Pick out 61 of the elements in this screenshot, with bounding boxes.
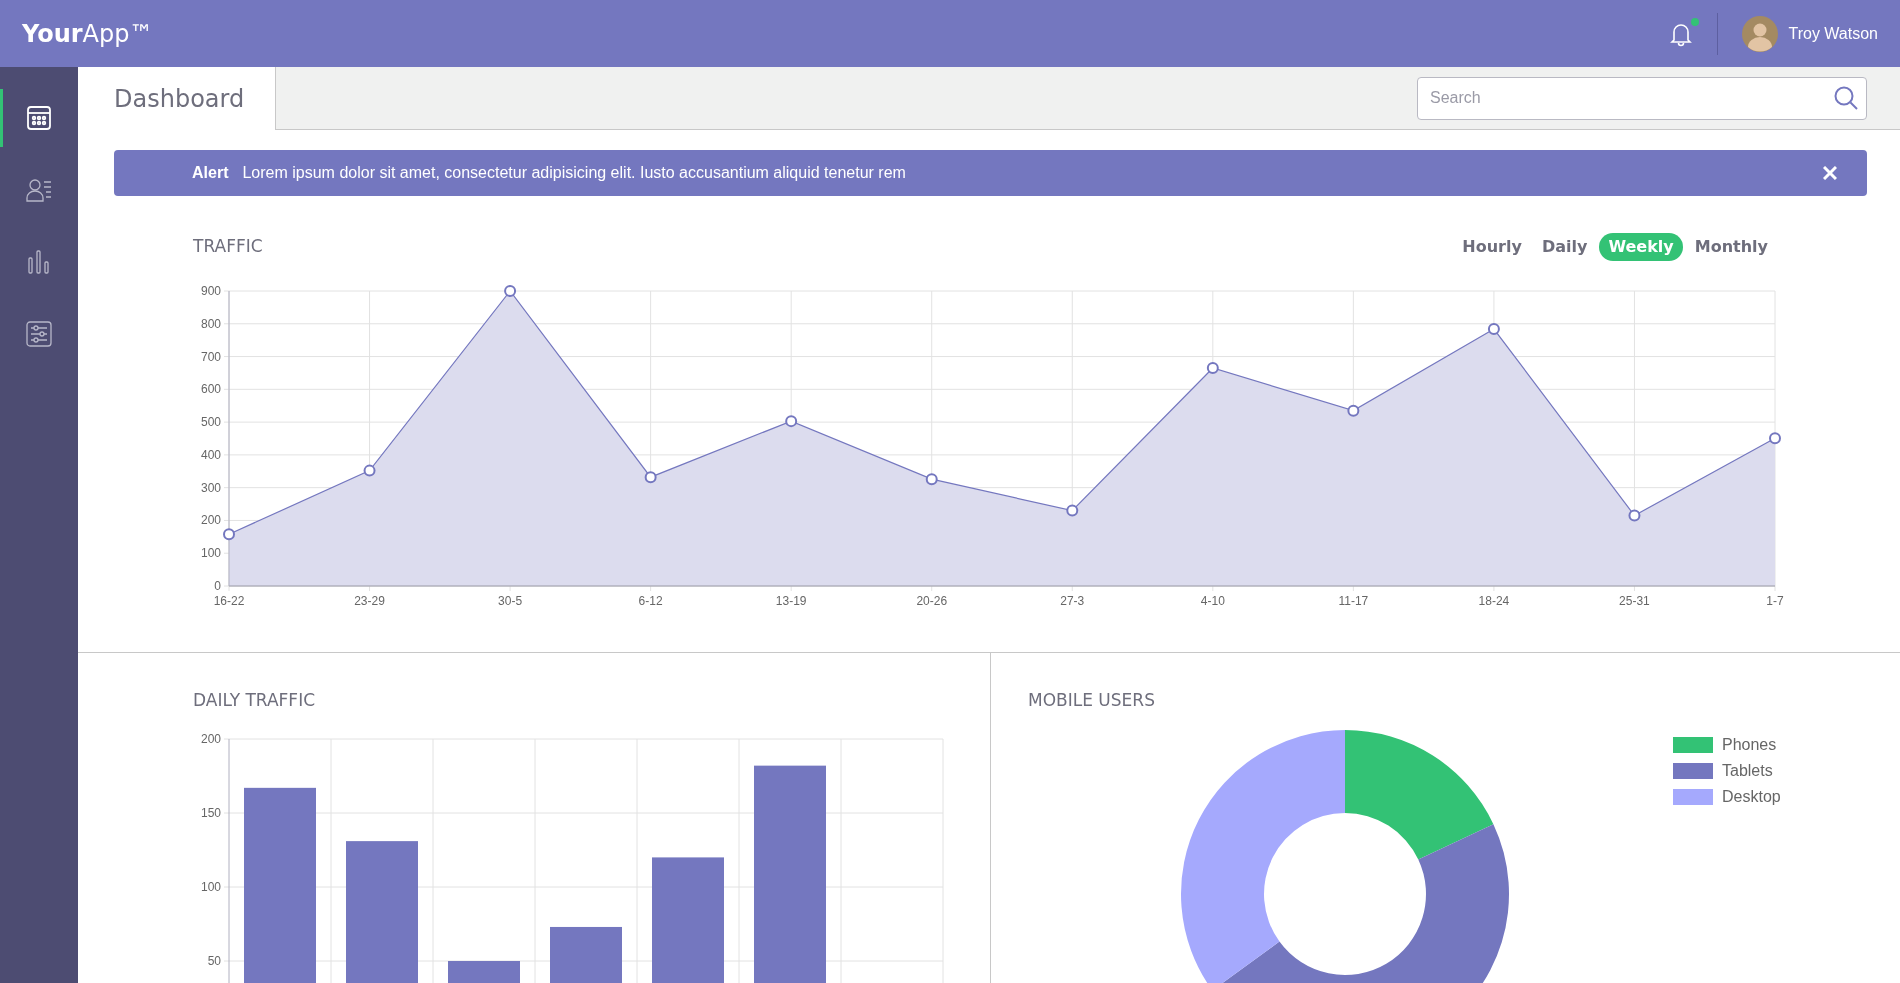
axis-label: 23-29 <box>354 594 385 608</box>
data-point <box>223 528 235 541</box>
axis-label: 27-3 <box>1060 594 1085 608</box>
section-title: DAILY TRAFFIC <box>193 689 316 712</box>
axis-label: 11-17 <box>1338 594 1369 608</box>
axis-label: 300 <box>200 480 221 495</box>
data-point <box>1347 404 1360 417</box>
axis-label: 700 <box>200 349 221 364</box>
data-point <box>1769 432 1781 445</box>
legend-label: Tablets <box>1722 760 1773 781</box>
axis-label: 1-7 <box>1766 594 1784 608</box>
axis-label: 4-10 <box>1200 594 1225 608</box>
axis-label: 100 <box>200 879 221 894</box>
period-tab[interactable]: Monthly <box>1686 233 1776 261</box>
close-icon[interactable] <box>1823 166 1837 180</box>
data-point <box>1628 509 1641 522</box>
axis-label: 900 <box>200 284 221 298</box>
period-tab[interactable]: Hourly <box>1454 233 1530 261</box>
axis-label: 6-12 <box>638 594 663 608</box>
axis-label: 25-31 <box>1619 594 1650 608</box>
data-point <box>1487 323 1500 335</box>
data-point <box>363 464 376 477</box>
bar <box>448 960 520 983</box>
data-point <box>644 471 657 484</box>
axis-label: 500 <box>200 415 221 430</box>
axis-label: 200 <box>200 513 221 528</box>
axis-label: 18-24 <box>1478 594 1510 608</box>
axis-label: 800 <box>200 316 221 331</box>
section-title: MOBILE USERS <box>1028 689 1156 712</box>
search-icon[interactable] <box>1833 84 1859 111</box>
sliders-icon[interactable] <box>25 320 53 348</box>
period-tab[interactable]: Daily <box>1533 233 1596 261</box>
axis-label: 16-22 <box>213 594 245 608</box>
legend-label: Desktop <box>1722 786 1781 807</box>
user-name[interactable]: Troy Watson <box>1788 21 1878 46</box>
app-logo: YourApp™ <box>22 18 154 50</box>
axis-label: 30-5 <box>498 594 523 608</box>
axis-label: 0 <box>214 579 221 593</box>
axis-label: 200 <box>200 731 221 746</box>
axis-label: 400 <box>200 447 221 462</box>
data-point <box>1206 362 1219 375</box>
dashboard-tab[interactable]: Dashboard <box>78 67 276 130</box>
axis-label: 20-26 <box>916 594 948 608</box>
data-point <box>785 415 798 428</box>
axis-label: 13-19 <box>775 594 807 608</box>
alert-label: Alert <box>192 163 229 183</box>
section-title: TRAFFIC <box>193 235 263 259</box>
bar <box>550 926 622 983</box>
avatar[interactable] <box>1741 15 1778 52</box>
data-point <box>925 473 938 486</box>
axis-label: 600 <box>200 382 221 397</box>
data-point <box>1066 504 1079 517</box>
data-point <box>504 285 517 297</box>
axis-label: 100 <box>200 546 221 561</box>
alert-message: Lorem ipsum dolor sit amet, consectetur adipisicing elit. Iusto accusantium aliquid tenetur rem <box>242 163 906 183</box>
axis-label: 50 <box>207 953 221 968</box>
contacts-icon[interactable] <box>25 176 53 204</box>
calendar-icon[interactable] <box>25 104 53 132</box>
legend-label: Phones <box>1722 734 1777 755</box>
axis-label: 150 <box>200 805 221 820</box>
search-field[interactable]: Search <box>1417 76 1867 120</box>
